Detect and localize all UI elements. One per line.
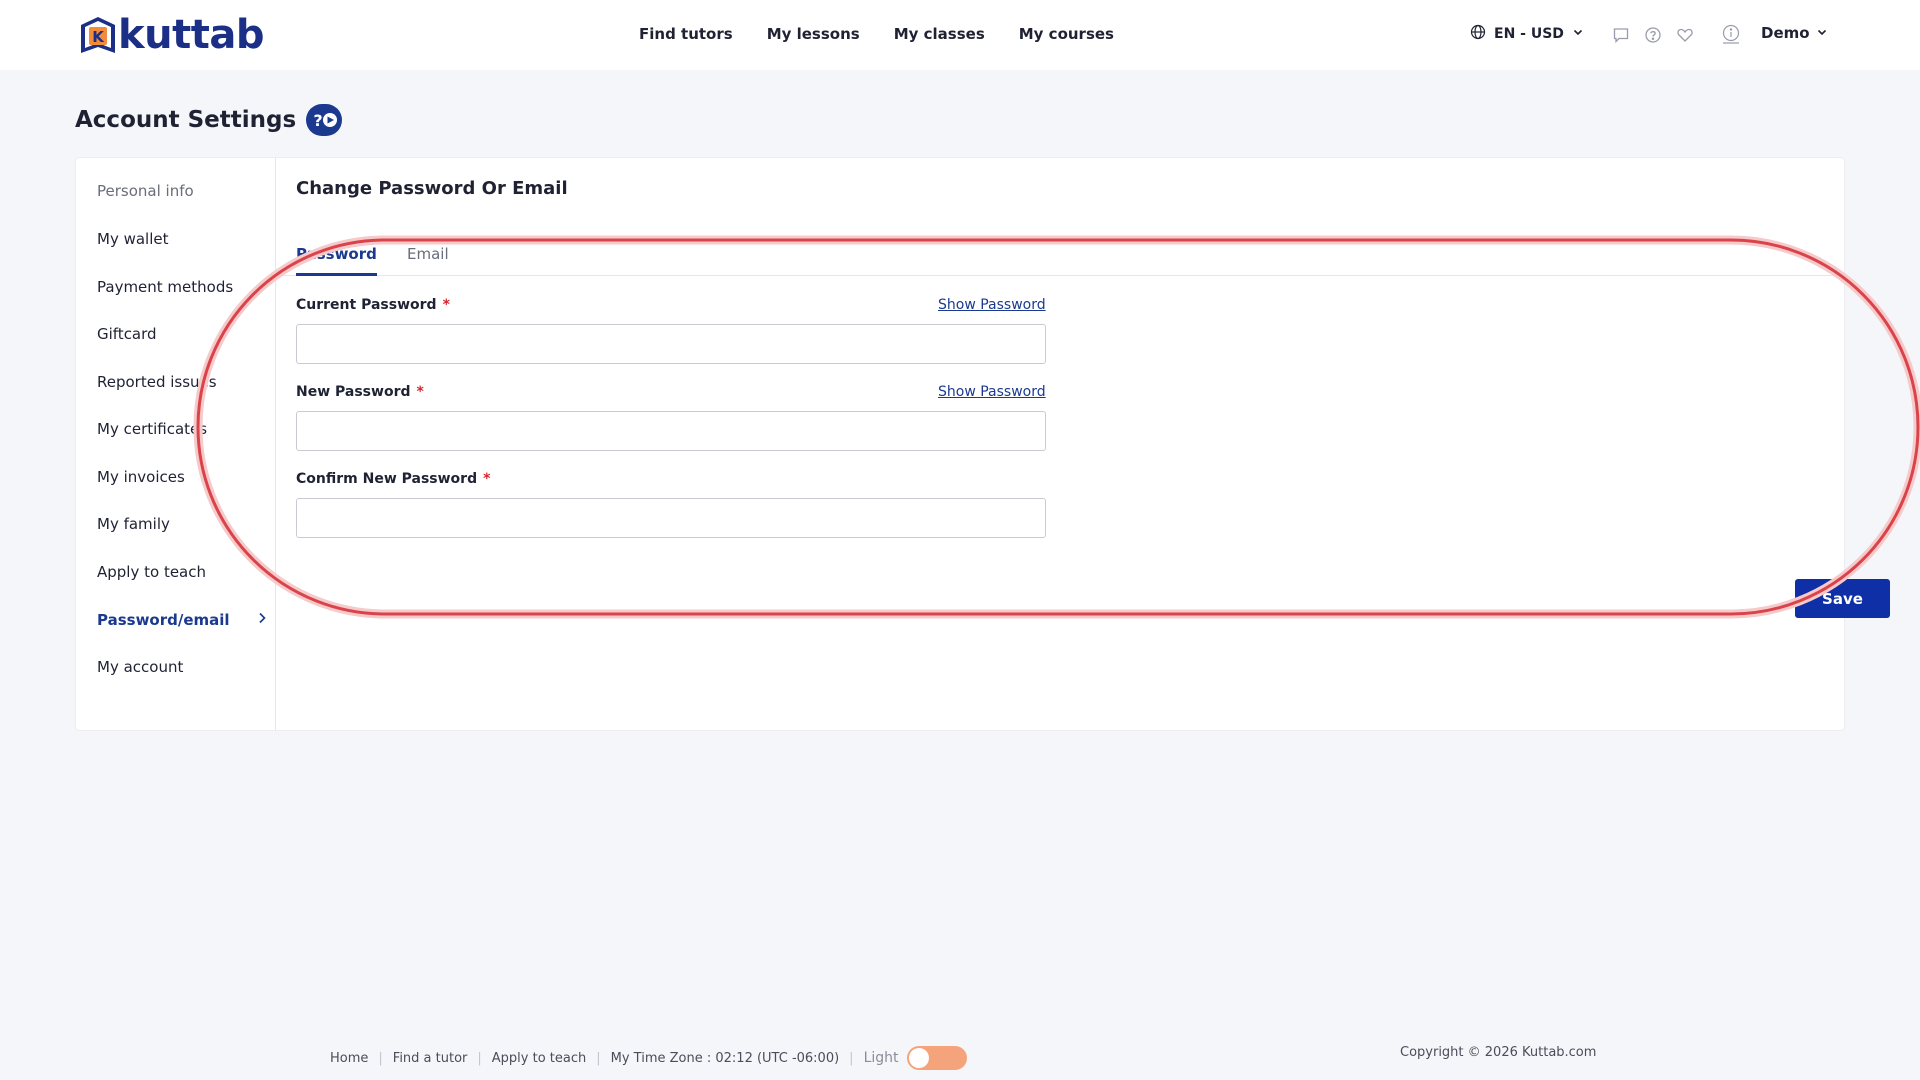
user-menu[interactable]: Demo xyxy=(1761,24,1828,42)
current-password-input[interactable] xyxy=(296,324,1046,364)
new-password-input[interactable] xyxy=(296,411,1046,451)
switch-knob xyxy=(908,1048,929,1068)
sidebar-item-label: My invoices xyxy=(97,468,185,486)
sidebar-item-payment-methods[interactable]: Payment methods xyxy=(97,275,267,299)
footer-link-apply-to-teach[interactable]: Apply to teach xyxy=(492,1051,586,1066)
heart-icon[interactable] xyxy=(1676,26,1694,44)
confirm-password-label: Confirm New Password * xyxy=(296,471,490,487)
sidebar-item-label: Reported issues xyxy=(97,373,217,391)
section-title: Change Password Or Email xyxy=(296,178,568,199)
sidebar-item-my-certificates[interactable]: My certificates xyxy=(97,417,267,441)
current-password-label-text: Current Password xyxy=(296,297,437,313)
sidebar-item-label: Payment methods xyxy=(97,278,234,296)
page-title: Account Settings xyxy=(75,107,297,133)
page-title-row: Account Settings ? xyxy=(75,104,343,136)
sidebar-item-password-email[interactable]: Password/email xyxy=(97,608,267,632)
sidebar-item-label: Apply to teach xyxy=(97,563,206,581)
top-header: K kuttab Find tutors My lessons My class… xyxy=(0,0,1920,70)
chevron-down-icon xyxy=(1572,26,1584,42)
footer-separator: | xyxy=(596,1050,601,1066)
header-icons xyxy=(1612,26,1694,44)
info-icon[interactable] xyxy=(1722,24,1740,48)
confirm-password-label-text: Confirm New Password xyxy=(296,471,478,487)
help-video-icon[interactable]: ? xyxy=(306,104,343,136)
footer-copyright: Copyright © 2026 Kuttab.com xyxy=(1400,1045,1597,1060)
footer-links: Home | Find a tutor | Apply to teach | M… xyxy=(330,1046,967,1070)
required-marker: * xyxy=(442,297,450,313)
brand-name: kuttab xyxy=(118,12,264,58)
settings-sidebar: Personal info My wallet Payment methods … xyxy=(76,158,276,730)
settings-card: Personal info My wallet Payment methods … xyxy=(75,157,1890,731)
show-new-password-link[interactable]: Show Password xyxy=(938,384,1046,400)
logo-letter: K xyxy=(92,28,105,46)
main-nav: Find tutors My lessons My classes My cou… xyxy=(639,24,1114,44)
tab-password[interactable]: Password xyxy=(296,245,377,276)
chevron-down-icon xyxy=(1816,24,1828,42)
brand-logo[interactable]: K kuttab xyxy=(78,14,264,56)
chat-icon[interactable] xyxy=(1612,26,1630,44)
footer-link-home[interactable]: Home xyxy=(330,1051,368,1066)
sidebar-item-label: My certificates xyxy=(97,420,208,438)
sidebar-item-label: My family xyxy=(97,515,170,533)
tab-bar: Password Email xyxy=(276,231,1844,276)
sidebar-item-label: Giftcard xyxy=(97,325,157,343)
sidebar-item-my-family[interactable]: My family xyxy=(97,512,267,536)
svg-text:?: ? xyxy=(314,111,323,130)
sidebar-item-label: Personal info xyxy=(97,182,194,200)
logo-book-icon: K xyxy=(78,15,118,55)
confirm-password-input[interactable] xyxy=(296,498,1046,538)
footer-separator: | xyxy=(477,1050,482,1066)
footer-timezone: My Time Zone : 02:12 (UTC -06:00) xyxy=(610,1050,840,1066)
globe-icon xyxy=(1470,24,1486,44)
sidebar-item-my-wallet[interactable]: My wallet xyxy=(97,227,267,251)
save-button[interactable]: Save xyxy=(1795,579,1890,618)
help-circle-icon[interactable] xyxy=(1644,26,1662,44)
sidebar-item-label: My account xyxy=(97,658,184,676)
sidebar-item-personal-info[interactable]: Personal info xyxy=(97,179,267,203)
show-current-password-link[interactable]: Show Password xyxy=(938,297,1046,313)
footer-separator: | xyxy=(378,1050,383,1066)
required-marker: * xyxy=(416,384,424,400)
theme-label: Light xyxy=(863,1050,899,1066)
sidebar-item-apply-to-teach[interactable]: Apply to teach xyxy=(97,560,267,584)
nav-my-lessons[interactable]: My lessons xyxy=(767,24,860,44)
chevron-right-icon xyxy=(257,608,267,632)
footer-link-find-a-tutor[interactable]: Find a tutor xyxy=(393,1051,468,1066)
theme-toggle[interactable]: Light xyxy=(864,1046,967,1070)
theme-switch[interactable] xyxy=(906,1046,967,1070)
nav-my-classes[interactable]: My classes xyxy=(894,24,985,44)
sidebar-item-label: My wallet xyxy=(97,230,169,248)
tab-email[interactable]: Email xyxy=(407,245,449,276)
user-name: Demo xyxy=(1761,24,1810,42)
new-password-label-text: New Password xyxy=(296,384,411,400)
nav-find-tutors[interactable]: Find tutors xyxy=(639,24,733,44)
sidebar-item-label: Password/email xyxy=(97,611,230,629)
current-password-label: Current Password * xyxy=(296,297,450,313)
sidebar-item-my-account[interactable]: My account xyxy=(97,655,267,679)
footer-separator: | xyxy=(849,1050,854,1066)
sidebar-item-giftcard[interactable]: Giftcard xyxy=(97,322,267,346)
language-label: EN - USD xyxy=(1494,26,1564,42)
settings-content: Change Password Or Email Password Email … xyxy=(276,158,1890,730)
sidebar-item-reported-issues[interactable]: Reported issues xyxy=(97,370,267,394)
new-password-label: New Password * xyxy=(296,384,424,400)
required-marker: * xyxy=(483,471,491,487)
language-currency-selector[interactable]: EN - USD xyxy=(1470,24,1584,44)
sidebar-item-my-invoices[interactable]: My invoices xyxy=(97,465,267,489)
nav-my-courses[interactable]: My courses xyxy=(1019,24,1114,44)
